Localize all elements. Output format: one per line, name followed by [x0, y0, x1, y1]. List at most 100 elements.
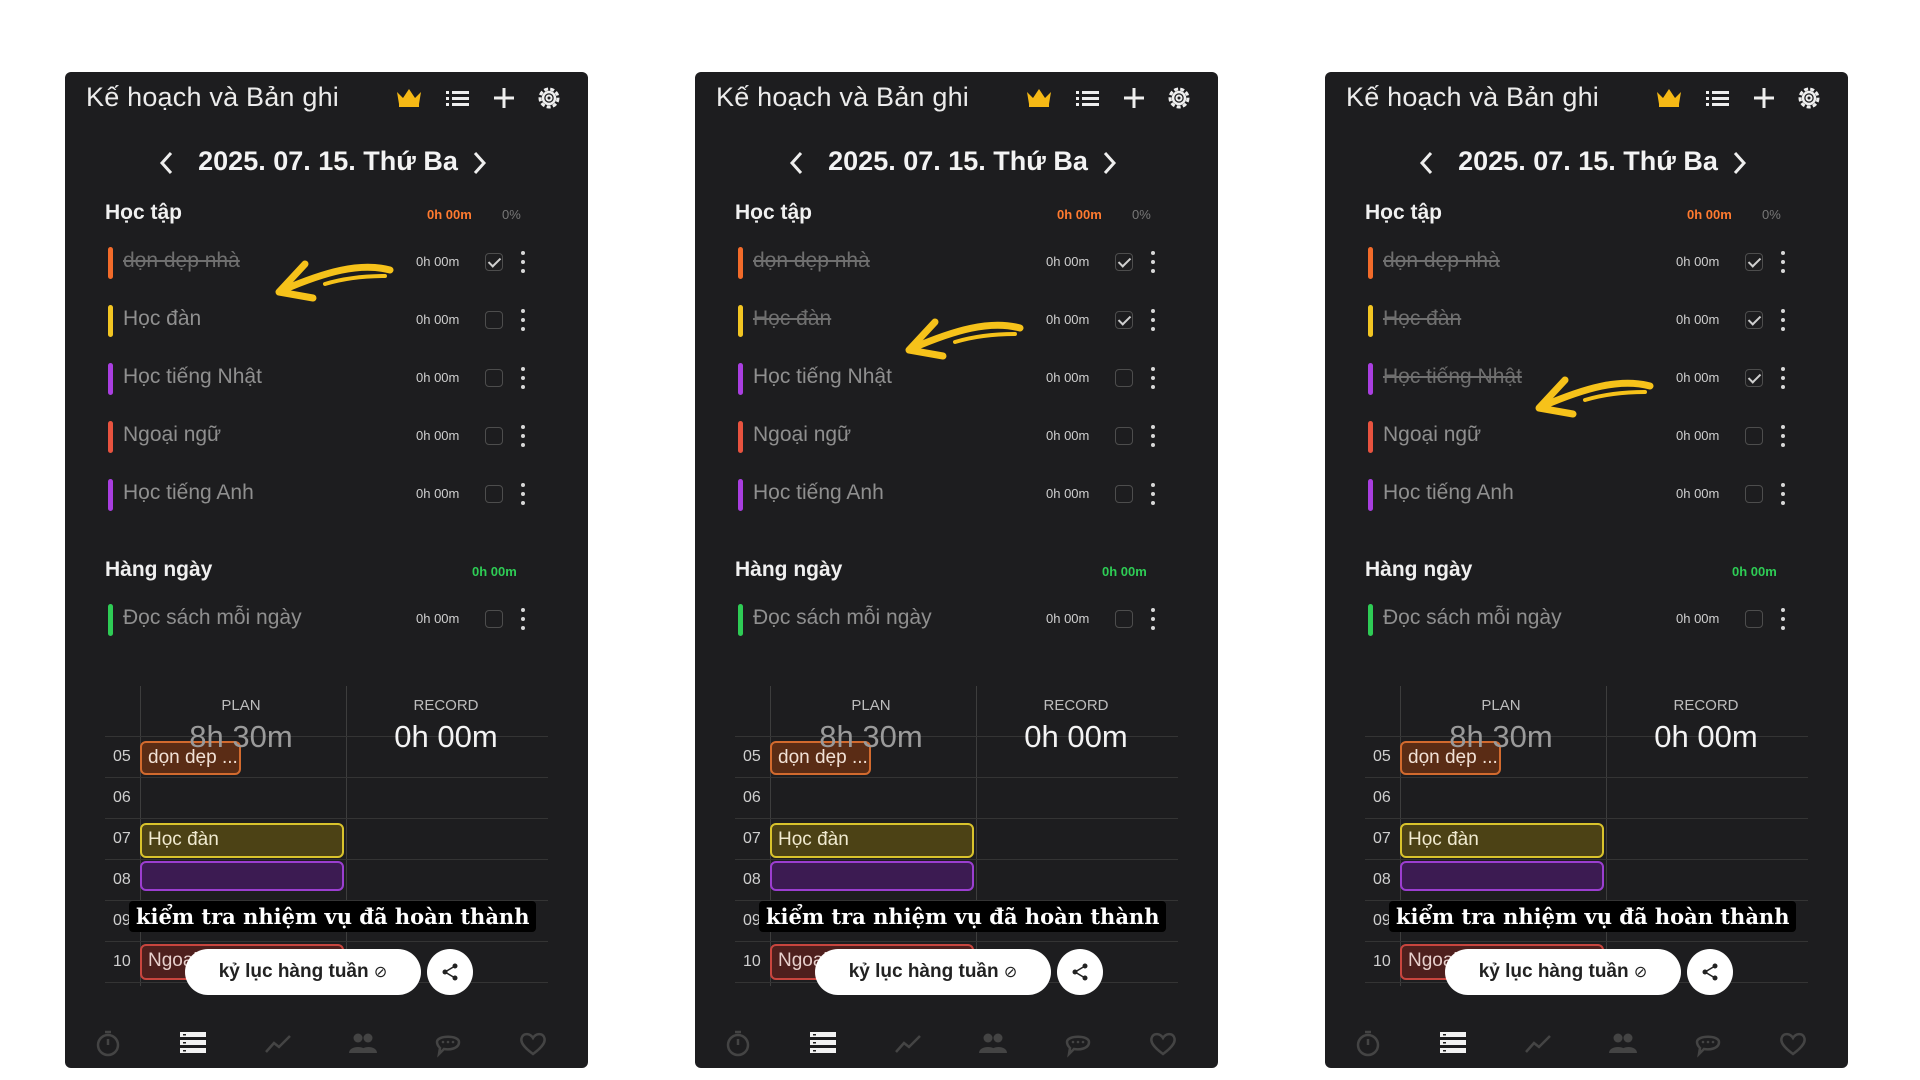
- chart-icon[interactable]: [263, 1028, 293, 1058]
- task-checkbox[interactable]: [1745, 427, 1763, 445]
- more-options-icon[interactable]: [520, 425, 526, 449]
- plus-icon[interactable]: [1120, 84, 1148, 112]
- heart-icon[interactable]: [1148, 1028, 1178, 1058]
- task-checkbox[interactable]: [1115, 253, 1133, 271]
- chevron-left-icon[interactable]: [155, 148, 179, 178]
- more-options-icon[interactable]: [1780, 367, 1786, 391]
- heart-icon[interactable]: [1778, 1028, 1808, 1058]
- more-options-icon[interactable]: [1780, 425, 1786, 449]
- plan-icon[interactable]: [178, 1028, 208, 1058]
- task-checkbox[interactable]: [1745, 485, 1763, 503]
- gear-icon[interactable]: [1795, 84, 1823, 112]
- task-checkbox[interactable]: [1745, 610, 1763, 628]
- gear-icon[interactable]: [1165, 84, 1193, 112]
- more-options-icon[interactable]: [520, 309, 526, 333]
- plan-icon[interactable]: [808, 1028, 838, 1058]
- task-checkbox[interactable]: [485, 610, 503, 628]
- current-date[interactable]: 2025. 07. 15. Thứ Ba: [823, 146, 1093, 177]
- chevron-left-icon[interactable]: [1415, 148, 1439, 178]
- timeline-block[interactable]: [770, 861, 974, 891]
- list-icon[interactable]: [1703, 84, 1731, 112]
- friends-icon[interactable]: [348, 1028, 378, 1058]
- timer-icon[interactable]: [723, 1028, 753, 1058]
- timeline-block[interactable]: [1400, 861, 1604, 891]
- task-checkbox[interactable]: [485, 369, 503, 387]
- timeline-block[interactable]: Học đàn: [770, 823, 974, 858]
- more-options-icon[interactable]: [1780, 608, 1786, 632]
- plan-icon[interactable]: [1438, 1028, 1468, 1058]
- timeline-block[interactable]: Học đàn: [1400, 823, 1604, 858]
- chart-icon[interactable]: [893, 1028, 923, 1058]
- more-options-icon[interactable]: [520, 367, 526, 391]
- chevron-right-icon[interactable]: [1727, 148, 1751, 178]
- task-row[interactable]: Học đàn 0h 00m: [1325, 291, 1848, 349]
- weekly-record-button[interactable]: kỷ lục hàng tuần ⊘: [1445, 949, 1681, 995]
- list-icon[interactable]: [443, 84, 471, 112]
- more-options-icon[interactable]: [1150, 425, 1156, 449]
- more-options-icon[interactable]: [520, 608, 526, 632]
- gear-icon[interactable]: [535, 84, 563, 112]
- friends-icon[interactable]: [978, 1028, 1008, 1058]
- task-checkbox[interactable]: [1745, 369, 1763, 387]
- weekly-record-button[interactable]: kỷ lục hàng tuần ⊘: [185, 949, 421, 995]
- task-checkbox[interactable]: [1115, 369, 1133, 387]
- more-options-icon[interactable]: [520, 251, 526, 275]
- crown-icon[interactable]: [395, 86, 423, 108]
- list-icon[interactable]: [1073, 84, 1101, 112]
- task-checkbox[interactable]: [1115, 311, 1133, 329]
- task-checkbox[interactable]: [1115, 610, 1133, 628]
- plus-icon[interactable]: [1750, 84, 1778, 112]
- task-row[interactable]: Ngoại ngữ 0h 00m: [65, 407, 588, 465]
- weekly-record-button[interactable]: kỷ lục hàng tuần ⊘: [815, 949, 1051, 995]
- crown-icon[interactable]: [1655, 86, 1683, 108]
- plus-icon[interactable]: [490, 84, 518, 112]
- chart-icon[interactable]: [1523, 1028, 1553, 1058]
- task-row[interactable]: Học tiếng Nhật 0h 00m: [65, 349, 588, 407]
- task-row[interactable]: Đọc sách mỗi ngày 0h 00m: [1325, 590, 1848, 648]
- timer-icon[interactable]: [1353, 1028, 1383, 1058]
- friends-icon[interactable]: [1608, 1028, 1638, 1058]
- current-date[interactable]: 2025. 07. 15. Thứ Ba: [193, 146, 463, 177]
- more-options-icon[interactable]: [1150, 251, 1156, 275]
- heart-icon[interactable]: [518, 1028, 548, 1058]
- share-button[interactable]: [1687, 949, 1733, 995]
- more-options-icon[interactable]: [1780, 309, 1786, 333]
- more-options-icon[interactable]: [520, 483, 526, 507]
- task-checkbox[interactable]: [1745, 311, 1763, 329]
- more-options-icon[interactable]: [1150, 367, 1156, 391]
- task-row[interactable]: dọn dẹp nhà 0h 00m: [1325, 233, 1848, 291]
- task-checkbox[interactable]: [485, 311, 503, 329]
- task-checkbox[interactable]: [485, 485, 503, 503]
- task-checkbox[interactable]: [485, 427, 503, 445]
- weekly-record-label: kỷ lục hàng tuần: [1478, 961, 1629, 982]
- chat-icon[interactable]: [1693, 1028, 1723, 1058]
- more-options-icon[interactable]: [1150, 309, 1156, 333]
- more-options-icon[interactable]: [1780, 251, 1786, 275]
- share-button[interactable]: [1057, 949, 1103, 995]
- task-checkbox[interactable]: [1115, 485, 1133, 503]
- timeline-block[interactable]: [140, 861, 344, 891]
- task-row[interactable]: Học tiếng Anh 0h 00m: [65, 465, 588, 523]
- chevron-right-icon[interactable]: [1097, 148, 1121, 178]
- more-options-icon[interactable]: [1150, 483, 1156, 507]
- share-button[interactable]: [427, 949, 473, 995]
- chevron-right-icon[interactable]: [467, 148, 491, 178]
- chevron-left-icon[interactable]: [785, 148, 809, 178]
- crown-icon[interactable]: [1025, 86, 1053, 108]
- task-checkbox[interactable]: [1745, 253, 1763, 271]
- timer-icon[interactable]: [93, 1028, 123, 1058]
- chat-icon[interactable]: [433, 1028, 463, 1058]
- task-row[interactable]: Đọc sách mỗi ngày 0h 00m: [695, 590, 1218, 648]
- more-options-icon[interactable]: [1780, 483, 1786, 507]
- task-checkbox[interactable]: [485, 253, 503, 271]
- task-row[interactable]: Học tiếng Anh 0h 00m: [1325, 465, 1848, 523]
- task-row[interactable]: Ngoại ngữ 0h 00m: [695, 407, 1218, 465]
- current-date[interactable]: 2025. 07. 15. Thứ Ba: [1453, 146, 1723, 177]
- task-row[interactable]: Đọc sách mỗi ngày 0h 00m: [65, 590, 588, 648]
- more-options-icon[interactable]: [1150, 608, 1156, 632]
- task-row[interactable]: dọn dẹp nhà 0h 00m: [695, 233, 1218, 291]
- task-checkbox[interactable]: [1115, 427, 1133, 445]
- chat-icon[interactable]: [1063, 1028, 1093, 1058]
- task-row[interactable]: Học tiếng Anh 0h 00m: [695, 465, 1218, 523]
- timeline-block[interactable]: Học đàn: [140, 823, 344, 858]
